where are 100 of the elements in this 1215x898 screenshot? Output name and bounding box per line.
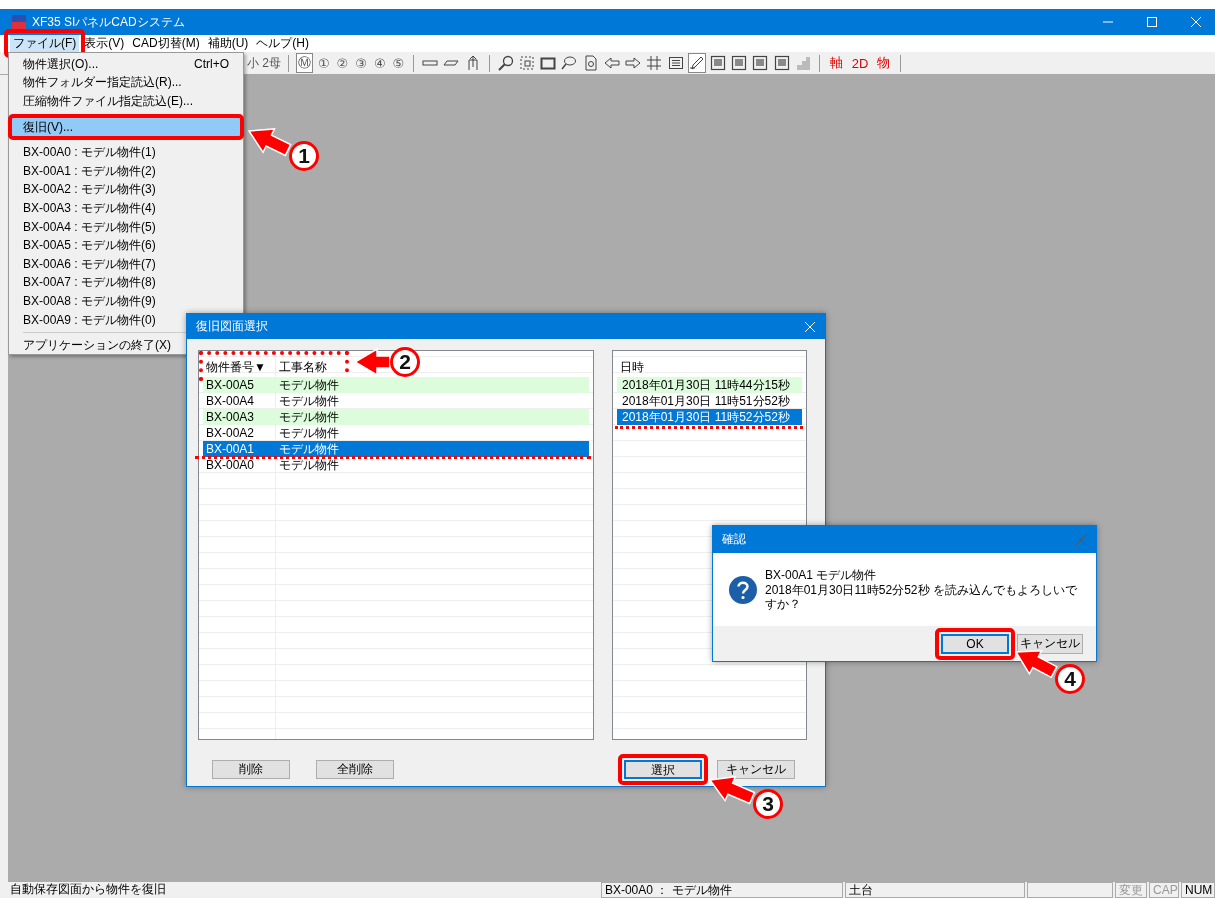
list-row[interactable]: BX-00A5 モデル物件 xyxy=(203,377,589,393)
menu-item[interactable]: BX-00A5 : モデル物件(6) xyxy=(11,236,241,255)
mode-button[interactable]: Ⓜ xyxy=(295,53,313,73)
status-text: NUM xyxy=(1181,882,1215,898)
grid-icon[interactable] xyxy=(645,53,664,73)
list-row[interactable]: 2018年01月30日 11時51分52秒 xyxy=(617,393,802,409)
menu-item[interactable]: ファイル(F) xyxy=(10,35,80,52)
table-cell-text: BX-00A2 xyxy=(205,426,256,440)
menu-item-label: BX-00A8 : モデル物件(9) xyxy=(23,292,156,310)
close-icon xyxy=(1076,534,1086,545)
dialog-title: 復旧図面選択 xyxy=(196,318,268,335)
table-cell-text: 2018年01月30日 11時52分52秒 xyxy=(621,408,790,426)
toolbar-button[interactable]: 軸 xyxy=(826,54,846,72)
mode-button[interactable]: ① xyxy=(315,53,332,73)
menu-item[interactable]: 補助(U) xyxy=(204,35,252,52)
menu-item[interactable]: BX-00A2 : モデル物件(3) xyxy=(11,180,241,200)
menu-item[interactable]: 圧縮物件ファイル指定読込(E)... xyxy=(11,92,241,111)
mode-button[interactable]: ② xyxy=(334,53,351,73)
table-cell-text: 2018年01月30日 11時44分15秒 xyxy=(621,376,790,394)
dialog-button[interactable]: キャンセル xyxy=(1017,633,1083,654)
dialog-button[interactable]: 選択 xyxy=(624,760,702,779)
menu-item[interactable]: BX-00A7 : モデル物件(8) xyxy=(11,273,241,293)
question-icon xyxy=(729,575,757,604)
list-row[interactable]: BX-00A4 モデル物件 xyxy=(203,393,589,409)
menu-item[interactable]: BX-00A8 : モデル物件(9) xyxy=(11,292,241,311)
panel-icon[interactable] xyxy=(730,53,749,73)
table-cell-text: BX-00A3 xyxy=(205,410,256,424)
menu-item-label: アプリケーションの終了(X) xyxy=(23,337,171,355)
menu-item[interactable]: BX-00A0 : モデル物件(1) xyxy=(11,143,241,162)
table-cell-text: BX-00A4 xyxy=(205,394,256,408)
menu-item-label: BX-00A2 : モデル物件(3) xyxy=(23,181,156,199)
table-cell-text: モデル物件 xyxy=(278,440,339,458)
column-header[interactable]: 工事名称 xyxy=(274,358,327,376)
window-title: XF35 SIパネルCADシステム xyxy=(32,13,185,31)
list-row[interactable]: BX-00A3 モデル物件 xyxy=(203,409,589,425)
status-text: CAP xyxy=(1149,882,1179,898)
table-cell-text: モデル物件 xyxy=(278,424,339,442)
pointer-arrow xyxy=(708,775,756,805)
menu-item-label: BX-00A6 : モデル物件(7) xyxy=(23,255,156,273)
mode-button[interactable]: ⑤ xyxy=(390,53,407,73)
menu-item[interactable]: BX-00A1 : モデル物件(2) xyxy=(11,161,241,181)
list-row[interactable]: BX-00A0 モデル物件 xyxy=(203,457,589,473)
panel-icon[interactable] xyxy=(751,53,770,73)
menu-item-label: BX-00A1 : モデル物件(2) xyxy=(23,162,156,180)
menu-item[interactable]: BX-00A4 : モデル物件(5) xyxy=(11,217,241,237)
table-cell-text: 2018年01月30日 11時51分52秒 xyxy=(621,392,790,410)
app-logo-icon xyxy=(12,15,26,29)
list-row[interactable]: BX-00A1 モデル物件 xyxy=(203,441,589,457)
menu-item-label: BX-00A4 : モデル物件(5) xyxy=(23,218,156,236)
menu-item-label: BX-00A0 : モデル物件(1) xyxy=(23,144,156,162)
table-cell-text: BX-00A0 xyxy=(205,458,256,472)
search-icon[interactable] xyxy=(496,53,515,73)
menu-item[interactable]: BX-00A3 : モデル物件(4) xyxy=(11,199,241,218)
dialog-button[interactable]: OK xyxy=(941,633,1009,654)
menu-item-label: 復旧(V)... xyxy=(23,118,73,136)
menu-item-label: BX-00A7 : モデル物件(8) xyxy=(23,274,156,292)
table-cell-text: モデル物件 xyxy=(278,408,339,426)
pen-icon[interactable] xyxy=(687,53,706,73)
toolbar-button[interactable]: 物 xyxy=(874,54,894,72)
panel-icon[interactable] xyxy=(772,53,791,73)
status-text: 自動保存図面から物件を復旧 xyxy=(9,882,167,898)
status-text: 変更 xyxy=(1115,882,1147,898)
pointer-arrow xyxy=(1014,649,1058,679)
dotted-square-icon[interactable] xyxy=(517,53,537,73)
menu-item[interactable]: BX-00A6 : モデル物件(7) xyxy=(11,254,241,274)
panel-icon[interactable] xyxy=(708,53,728,73)
table-cell-text: BX-00A5 xyxy=(205,378,256,392)
menu-item[interactable]: 物件選択(O)... Ctrl+O xyxy=(11,55,241,74)
column-header[interactable]: 日時 xyxy=(617,358,688,376)
list-row[interactable]: BX-00A2 モデル物件 xyxy=(203,425,589,441)
dialog-button[interactable]: 全削除 xyxy=(316,760,394,779)
table-cell-text: モデル物件 xyxy=(278,376,339,394)
menu-item-label: BX-00A5 : モデル物件(6) xyxy=(23,237,156,255)
menu-item[interactable]: 表示(V) xyxy=(81,35,128,52)
toolbar-label: 小 2母 xyxy=(247,54,281,72)
menu-item[interactable]: CAD切替(M) xyxy=(129,35,203,52)
shortcut-label: Ctrl+O xyxy=(194,57,229,72)
column-header[interactable]: 物件番号▼ xyxy=(203,358,274,376)
message-text: 2018年01月30日11時52分52秒 を読み込んでもよろしいですか？ xyxy=(765,583,1078,611)
dialog-button[interactable]: 削除 xyxy=(212,760,290,779)
toolbar-button[interactable]: 2D xyxy=(848,55,872,71)
list-row[interactable]: 2018年01月30日 11時52分52秒 xyxy=(617,409,802,425)
mode-button[interactable]: ③ xyxy=(353,53,369,73)
table-cell-text: BX-00A1 xyxy=(205,442,256,456)
menu-item[interactable]: ヘルプ(H) xyxy=(253,35,312,52)
mode-button[interactable]: ④ xyxy=(371,53,388,73)
menu-item-label: 圧縮物件ファイル指定読込(E)... xyxy=(23,93,193,110)
dialog-title: 確認 xyxy=(722,531,746,548)
pointer-arrow xyxy=(247,128,292,157)
table-cell-text: モデル物件 xyxy=(278,456,339,474)
menu-item-label: 物件選択(O)... xyxy=(23,55,99,73)
list-row[interactable]: 2018年01月30日 11時44分15秒 xyxy=(617,377,802,393)
status-text: 土台 xyxy=(845,882,1026,898)
close-icon xyxy=(1191,17,1201,27)
close-icon xyxy=(805,321,815,332)
dialog-button[interactable]: キャンセル xyxy=(717,760,795,779)
status-text: BX-00A0 ： モデル物件 xyxy=(600,882,844,898)
menu-item[interactable]: 物件フォルダー指定読込(R)... xyxy=(11,73,241,93)
menu-item-label: 物件フォルダー指定読込(R)... xyxy=(23,74,182,92)
table-cell-text: モデル物件 xyxy=(278,392,339,410)
